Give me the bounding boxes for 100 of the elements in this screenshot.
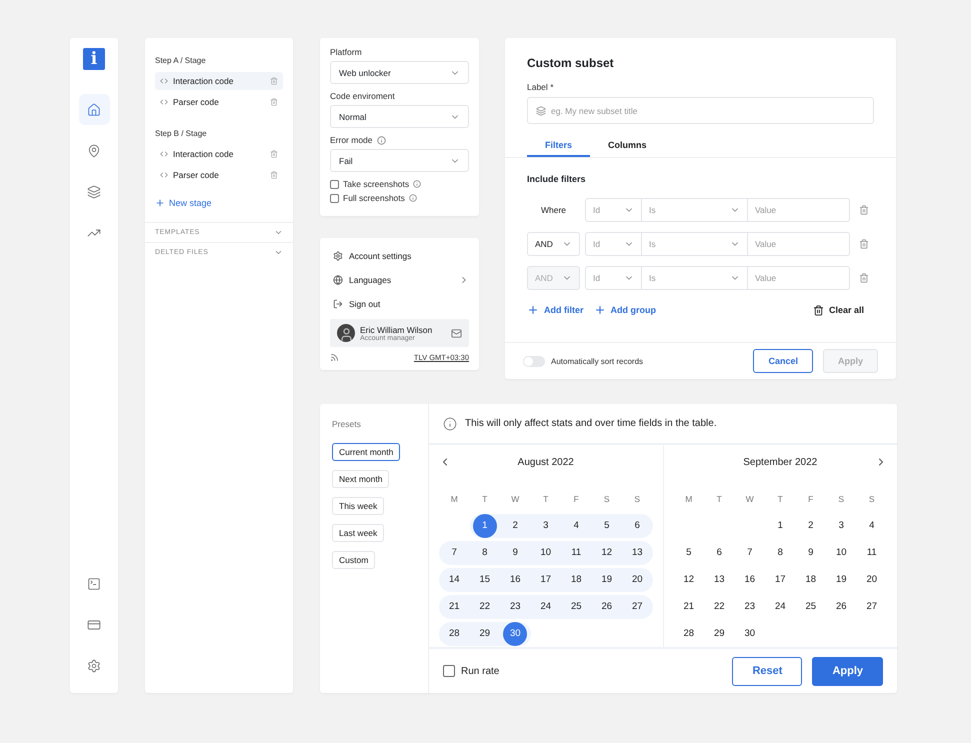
cancel-button[interactable]: Cancel <box>753 349 813 373</box>
tab[interactable]: Filters <box>527 135 590 157</box>
calendar-day[interactable]: 4 <box>860 514 884 538</box>
calendar-day[interactable]: 5 <box>676 540 701 564</box>
field-label: Platform <box>330 47 362 57</box>
mail-icon[interactable] <box>451 328 462 338</box>
stage-item-label: Parser code <box>173 170 220 180</box>
calendar-day[interactable]: 24 <box>768 594 792 618</box>
stage-item[interactable]: Parser code <box>155 93 283 111</box>
stage-item[interactable]: Interaction code <box>155 145 283 163</box>
calendar-day[interactable]: 27 <box>860 594 884 618</box>
add-group-button[interactable]: Add group <box>594 304 656 316</box>
globe-icon <box>333 275 343 285</box>
weekday-label: M <box>450 494 459 504</box>
calendar-day[interactable]: 8 <box>768 540 792 564</box>
new-stage-button[interactable]: New stage <box>145 198 222 208</box>
calendar-day[interactable]: 6 <box>707 540 732 564</box>
weekday-label: T <box>481 494 488 504</box>
preset-button[interactable]: Custom <box>332 551 376 569</box>
weekday-label: F <box>572 494 580 504</box>
calendar-day[interactable]: 10 <box>829 540 854 564</box>
calendar-day[interactable]: 13 <box>707 568 732 592</box>
calendar-day[interactable]: 20 <box>860 568 884 592</box>
calendar-day[interactable]: 1 <box>768 514 792 538</box>
month-title: September 2022 <box>743 456 818 468</box>
info-icon <box>408 194 417 202</box>
calendar-day[interactable]: 26 <box>829 594 854 618</box>
calendar-day[interactable]: 16 <box>738 568 762 592</box>
weekday-label: T <box>542 494 550 504</box>
menu-item[interactable]: Account settings <box>330 244 469 268</box>
plus-icon <box>155 198 165 208</box>
checkbox[interactable] <box>330 194 339 202</box>
calendar-day[interactable]: 3 <box>829 514 854 538</box>
stage-title: Step A / Stage <box>155 56 207 65</box>
preset-button[interactable]: Current month <box>332 443 400 461</box>
calendar-day[interactable]: 19 <box>829 568 854 592</box>
avatar <box>337 324 355 342</box>
terminal-icon <box>87 576 101 590</box>
stage-item-label: Interaction code <box>173 149 234 159</box>
toggle-switch[interactable] <box>523 356 545 366</box>
trash-icon[interactable] <box>859 239 869 249</box>
calendar-day[interactable]: 9 <box>798 540 823 564</box>
calendar-day[interactable]: 18 <box>798 568 823 592</box>
stage-item[interactable]: Interaction code <box>155 72 283 90</box>
presets-title: Presets <box>332 419 361 429</box>
preset-button[interactable]: Last week <box>332 524 384 542</box>
connector-dropdown[interactable]: AND <box>527 232 580 256</box>
preset-button[interactable]: Next month <box>332 470 390 488</box>
calendar-day[interactable]: 12 <box>676 568 701 592</box>
calendar-day[interactable]: 17 <box>768 568 792 592</box>
settings-icon <box>87 658 101 672</box>
dropdown[interactable]: Fail <box>330 149 469 172</box>
calendar-day[interactable]: 1 <box>472 514 497 538</box>
weekday-label: M <box>684 494 694 504</box>
dropdown[interactable]: Web unlocker <box>330 61 469 84</box>
menu-item[interactable]: Sign out <box>330 292 469 316</box>
weekday-label: T <box>776 494 784 504</box>
trash-icon[interactable] <box>859 273 869 283</box>
checkbox[interactable] <box>330 180 339 188</box>
checkbox-label: Run rate <box>461 666 500 676</box>
calendar-day[interactable]: 11 <box>860 540 884 564</box>
trash-icon[interactable] <box>270 171 278 179</box>
add-filter-button[interactable]: Add filter <box>527 304 584 316</box>
reset-button[interactable]: Reset <box>732 656 802 686</box>
weekday-label: S <box>602 494 611 504</box>
dropdown[interactable]: Normal <box>330 105 469 128</box>
checkbox-label: Take screenshots <box>343 179 410 189</box>
stage-item[interactable]: Parser code <box>155 166 283 184</box>
clear-all-button[interactable]: Clear all <box>812 304 864 316</box>
weekday-label: S <box>837 494 846 504</box>
plus-icon <box>594 304 606 316</box>
calendar-day[interactable]: 29 <box>707 622 732 646</box>
calendar-day[interactable]: 7 <box>738 540 762 564</box>
checkbox[interactable] <box>443 665 455 677</box>
tab[interactable]: Columns <box>590 135 665 157</box>
field-label: Label * <box>527 82 554 92</box>
calendar-day[interactable]: 22 <box>707 594 732 618</box>
trash-icon[interactable] <box>270 98 278 106</box>
calendar-day[interactable]: 2 <box>798 514 823 538</box>
calendar-day[interactable]: 30 <box>503 622 528 646</box>
calendar-day[interactable]: 28 <box>676 622 701 646</box>
calendar-day[interactable]: 30 <box>738 622 762 646</box>
calendar-day[interactable]: 21 <box>676 594 701 618</box>
notice-text: This will only affect stats and over time fields in the table. <box>465 418 717 429</box>
home-nav-button[interactable] <box>78 94 110 125</box>
menu-item[interactable]: Languages <box>330 268 469 292</box>
calendar-day[interactable]: 23 <box>738 594 762 618</box>
apply-button[interactable]: Apply <box>812 656 883 686</box>
feed-icon <box>330 353 339 362</box>
connector-label: Where <box>540 204 568 217</box>
trash-icon[interactable] <box>270 150 278 158</box>
weekday-label: F <box>807 494 814 504</box>
settings-icon <box>333 251 343 261</box>
code-icon <box>160 77 168 85</box>
weekday-label: S <box>868 494 876 504</box>
trash-icon[interactable] <box>859 205 869 215</box>
preset-button[interactable]: This week <box>332 497 384 515</box>
calendar-day[interactable]: 25 <box>798 594 823 618</box>
field-label: Code enviroment <box>330 91 395 101</box>
trash-icon <box>812 304 824 316</box>
